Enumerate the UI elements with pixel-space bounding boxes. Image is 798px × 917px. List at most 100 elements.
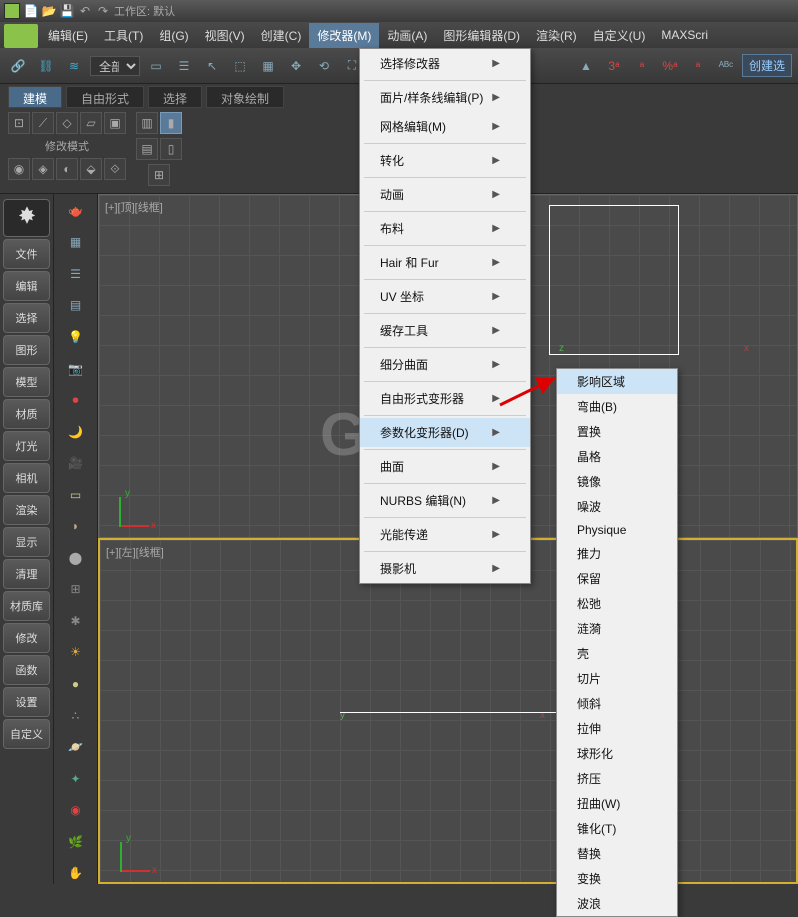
viewport-top-label[interactable]: [+][顶][线框] xyxy=(105,199,163,215)
list-icon[interactable]: ☰ xyxy=(62,263,90,285)
side-cleanup[interactable]: 清理 xyxy=(3,559,50,589)
redo-icon[interactable]: ↷ xyxy=(96,4,110,18)
menu-item[interactable]: 转化▶ xyxy=(360,146,530,175)
side-matlib[interactable]: 材质库 xyxy=(3,591,50,621)
hemisphere-icon[interactable]: ◗ xyxy=(62,515,90,537)
mod-icon-1[interactable]: ◉ xyxy=(8,158,30,180)
snap-edit-icon[interactable]: ᵃ xyxy=(686,54,710,78)
submenu-item[interactable]: Physique xyxy=(557,519,677,541)
poly-edge-icon[interactable]: ⟋ xyxy=(32,112,54,134)
side-material[interactable]: 材质 xyxy=(3,399,50,429)
menu-item[interactable]: 网格编辑(M)▶ xyxy=(360,112,530,141)
wiregrid-icon[interactable]: ⊞ xyxy=(62,579,90,601)
planet-icon[interactable]: 🪐 xyxy=(62,736,90,758)
tool-d-icon[interactable]: ▯ xyxy=(160,138,182,160)
sun-icon[interactable]: ☀ xyxy=(62,642,90,664)
menu-item[interactable]: 缓存工具▶ xyxy=(360,316,530,345)
snap-angle-icon[interactable]: 3ᵃ xyxy=(602,54,626,78)
undo-icon[interactable]: ↶ xyxy=(78,4,92,18)
side-display[interactable]: 显示 xyxy=(3,527,50,557)
sphere-icon[interactable]: ⬤ xyxy=(62,547,90,569)
dot-icon[interactable]: ● xyxy=(62,673,90,695)
submenu-item[interactable]: 影响区域 xyxy=(557,369,677,394)
ribbon-tab-objectpaint[interactable]: 对象绘制 xyxy=(206,86,284,108)
menu-item[interactable]: Hair 和 Fur▶ xyxy=(360,248,530,277)
bind-icon[interactable]: ≋ xyxy=(62,54,86,78)
particles-icon[interactable]: ∴ xyxy=(62,705,90,727)
viewport-left-label[interactable]: [+][左][线框] xyxy=(106,544,164,560)
menu-maxscript[interactable]: MAXScri xyxy=(653,24,716,46)
menu-graph-editors[interactable]: 图形编辑器(D) xyxy=(435,23,528,48)
side-custom[interactable]: 自定义 xyxy=(3,719,50,749)
record-icon[interactable]: ⏺ xyxy=(62,389,90,411)
poly-border-icon[interactable]: ◇ xyxy=(56,112,78,134)
mod-icon-3[interactable]: ◐ xyxy=(56,158,78,180)
workspace-label[interactable]: 工作区: 默认 xyxy=(114,3,175,19)
window-crossing-icon[interactable]: ▦ xyxy=(256,54,280,78)
submenu-item[interactable]: 保留 xyxy=(557,566,677,591)
ribbon-tab-modeling[interactable]: 建模 xyxy=(8,86,62,108)
select-name-icon[interactable]: ☰ xyxy=(172,54,196,78)
side-shape[interactable]: 图形 xyxy=(3,335,50,365)
submenu-item[interactable]: 弯曲(B) xyxy=(557,394,677,419)
menu-item[interactable]: NURBS 编辑(N)▶ xyxy=(360,486,530,515)
menu-render[interactable]: 渲染(R) xyxy=(528,23,585,48)
menu-item[interactable]: 自由形式变形器▶ xyxy=(360,384,530,413)
circle-icon[interactable]: ◉ xyxy=(62,799,90,821)
side-file[interactable]: 文件 xyxy=(3,239,50,269)
app-logo-icon[interactable] xyxy=(4,24,38,48)
submenu-item[interactable]: 球形化 xyxy=(557,741,677,766)
star-icon[interactable]: ✦ xyxy=(62,768,90,790)
rotate-icon[interactable]: ⟲ xyxy=(312,54,336,78)
poly-element-icon[interactable]: ▣ xyxy=(104,112,126,134)
submenu-item[interactable]: 拉伸 xyxy=(557,716,677,741)
menu-group[interactable]: 组(G) xyxy=(151,23,196,48)
named-sel-icon[interactable]: ᴬᴮᶜ xyxy=(714,54,738,78)
grid-icon[interactable]: ▦ xyxy=(62,232,90,254)
side-settings[interactable]: 设置 xyxy=(3,687,50,717)
submenu-item[interactable]: 倾斜 xyxy=(557,691,677,716)
menu-item[interactable]: 细分曲面▶ xyxy=(360,350,530,379)
side-model[interactable]: 模型 xyxy=(3,367,50,397)
selection-filter[interactable]: 全部 xyxy=(90,56,140,76)
camera2-icon[interactable]: 🎥 xyxy=(62,452,90,474)
submenu-item[interactable]: 锥化(T) xyxy=(557,816,677,841)
side-edit[interactable]: 编辑 xyxy=(3,271,50,301)
snap-spinner-icon[interactable]: %ᵃ xyxy=(658,54,682,78)
grass-icon[interactable]: 🌿 xyxy=(62,831,90,853)
new-icon[interactable]: 📄 xyxy=(24,4,38,18)
submenu-item[interactable]: 推力 xyxy=(557,541,677,566)
submenu-item[interactable]: 置换 xyxy=(557,419,677,444)
submenu-item[interactable]: 替换 xyxy=(557,841,677,866)
menu-item[interactable]: 曲面▶ xyxy=(360,452,530,481)
side-render[interactable]: 渲染 xyxy=(3,495,50,525)
marquee-icon[interactable]: ⬚ xyxy=(228,54,252,78)
mod-icon-2[interactable]: ◈ xyxy=(32,158,54,180)
submenu-item[interactable]: 挤压 xyxy=(557,766,677,791)
tool-c-icon[interactable]: ▤ xyxy=(136,138,158,160)
moon-icon[interactable]: 🌙 xyxy=(62,421,90,443)
side-function[interactable]: 函数 xyxy=(3,655,50,685)
viewport-left[interactable]: [+][左][线框] y x x y xyxy=(98,538,798,884)
mirror-icon[interactable]: ▲ xyxy=(574,54,598,78)
layers-icon[interactable]: ▤ xyxy=(62,295,90,317)
menu-item[interactable]: 布料▶ xyxy=(360,214,530,243)
submenu-item[interactable]: 镜像 xyxy=(557,469,677,494)
submenu-item[interactable]: 变换 xyxy=(557,866,677,891)
deer-logo-button[interactable] xyxy=(3,199,50,237)
tool-a-icon[interactable]: ▥ xyxy=(136,112,158,134)
menu-animation[interactable]: 动画(A) xyxy=(379,23,435,48)
rect-icon[interactable]: ▭ xyxy=(62,484,90,506)
create-selection-set-button[interactable]: 创建选 xyxy=(742,54,792,77)
mod-icon-5[interactable]: ⟐ xyxy=(104,158,126,180)
tool-b-icon[interactable]: ▮ xyxy=(160,112,182,134)
submenu-item[interactable]: 噪波 xyxy=(557,494,677,519)
menu-customize[interactable]: 自定义(U) xyxy=(585,23,654,48)
open-icon[interactable]: 📂 xyxy=(42,4,56,18)
menu-item[interactable]: 参数化变形器(D)▶ xyxy=(360,418,530,447)
menu-view[interactable]: 视图(V) xyxy=(197,23,253,48)
side-light[interactable]: 灯光 xyxy=(3,431,50,461)
submenu-item[interactable]: 切片 xyxy=(557,666,677,691)
ribbon-tab-freeform[interactable]: 自由形式 xyxy=(66,86,144,108)
menu-item[interactable]: 摄影机▶ xyxy=(360,554,530,583)
